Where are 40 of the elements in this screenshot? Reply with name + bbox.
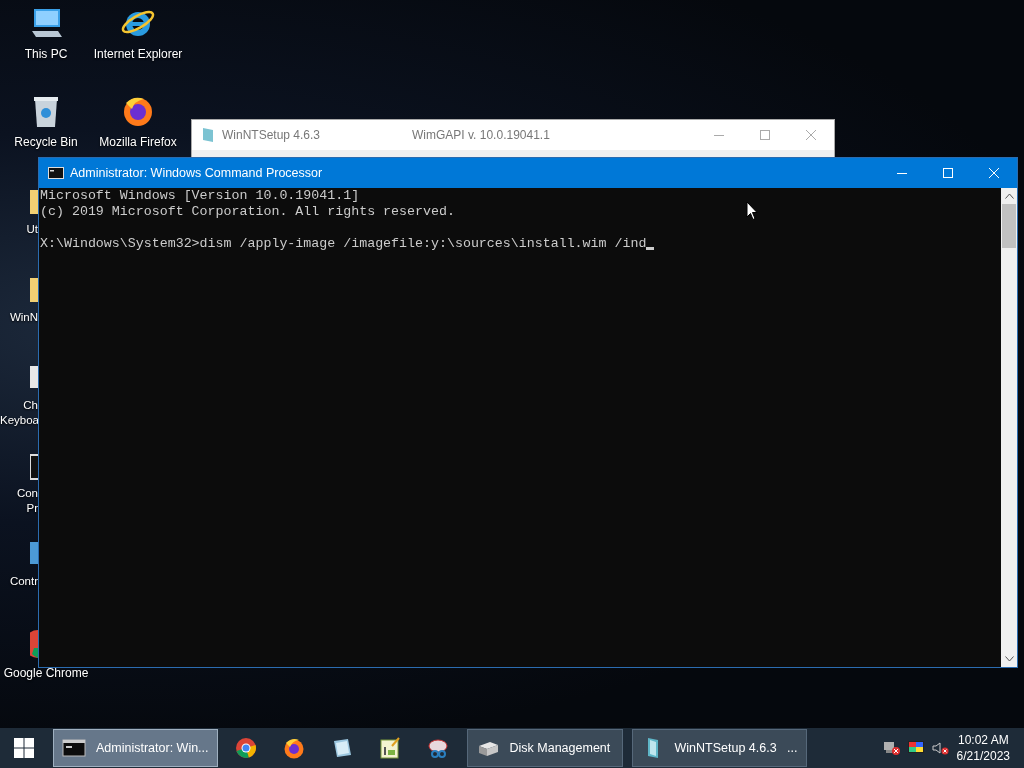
browser-icon[interactable] (30, 630, 38, 660)
taskbar-button[interactable]: Disk Management (466, 729, 623, 767)
maximize-icon (759, 129, 771, 141)
icon-label: Con Pr (15, 486, 38, 516)
setup-icon (202, 127, 214, 143)
icon-label: Mozilla Firefox (99, 135, 177, 150)
icon-label: Ch Keyboa (0, 398, 38, 428)
color-display-icon[interactable] (906, 740, 925, 756)
scroll-up-icon[interactable] (1004, 193, 1014, 199)
icon-label: Internet Explorer (93, 47, 183, 62)
scroll-thumb[interactable] (1002, 204, 1016, 248)
clock[interactable]: 10:02 AM 6/21/2023 (956, 732, 1010, 764)
windows-logo-icon (14, 738, 34, 758)
terminal-icon (62, 737, 86, 759)
taskbar-button[interactable]: WinNTSetup 4.6.3 ... (631, 729, 807, 767)
text-cursor (646, 247, 655, 250)
browser-icon[interactable] (233, 737, 258, 759)
console-text: Microsoft Windows [Version 10.0.19041.1] (40, 188, 360, 204)
maximize-icon (942, 167, 954, 179)
window-title: WinNTSetup 4.6.3 (222, 128, 322, 142)
icon-label: Ut (25, 222, 38, 237)
window-title: Administrator: Windows Command Processor (70, 166, 324, 180)
console-command: X:\Windows\System32>dism /apply-image /imagefile:y:\sources\install.wim /ind (40, 236, 647, 252)
console-text: (c) 2019 Microsoft Corporation. All rights reserved. (40, 204, 455, 220)
icon-label: WinN (8, 310, 38, 325)
network-error-icon[interactable] (882, 740, 901, 756)
chart-icon[interactable] (377, 737, 402, 759)
close-icon (988, 167, 1000, 179)
window-subtitle: WimGAPI v. 10.0.19041.1 (412, 128, 551, 142)
icon-label: Contr (8, 574, 38, 589)
speaker-muted-icon[interactable] (930, 740, 949, 756)
icon-label: Recycle Bin (14, 135, 78, 150)
terminal-icon (48, 167, 64, 179)
icon-label: Google Chrome (3, 666, 89, 681)
icon-label: This PC (24, 47, 68, 62)
scroll-down-icon[interactable] (1004, 656, 1014, 662)
mouse-pointer-icon (746, 201, 758, 221)
scrollbar[interactable] (1001, 188, 1017, 667)
close-icon (805, 129, 817, 141)
taskbar-button[interactable]: Administrator: Win... (53, 729, 218, 767)
